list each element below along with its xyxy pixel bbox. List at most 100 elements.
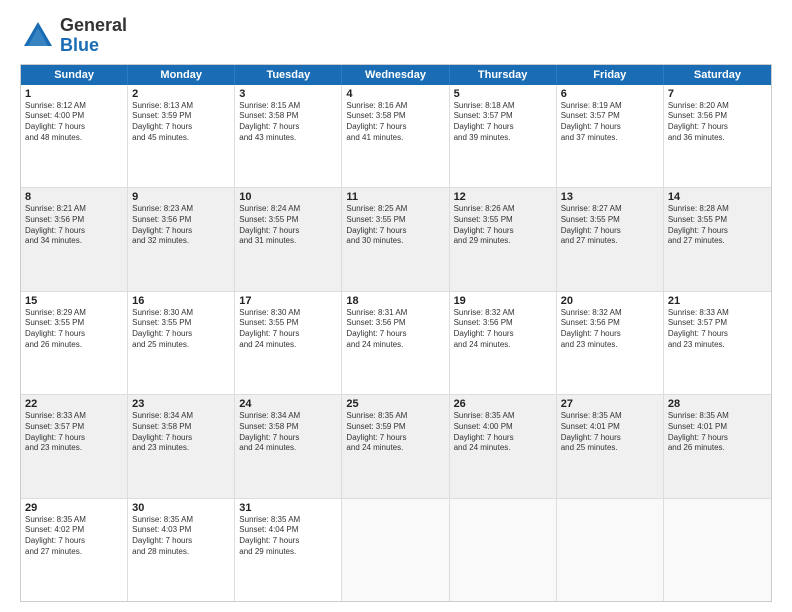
day-number: 10 (239, 191, 337, 203)
day-info: Sunrise: 8:28 AMSunset: 3:55 PMDaylight:… (668, 204, 767, 247)
empty-cell (342, 499, 449, 601)
week-row-1: 1Sunrise: 8:12 AMSunset: 4:00 PMDaylight… (21, 85, 771, 188)
empty-cell (557, 499, 664, 601)
logo-line1: General (60, 16, 127, 36)
day-cell-2: 2Sunrise: 8:13 AMSunset: 3:59 PMDaylight… (128, 85, 235, 187)
day-cell-20: 20Sunrise: 8:32 AMSunset: 3:56 PMDayligh… (557, 292, 664, 394)
day-info: Sunrise: 8:12 AMSunset: 4:00 PMDaylight:… (25, 101, 123, 144)
empty-cell (450, 499, 557, 601)
day-cell-7: 7Sunrise: 8:20 AMSunset: 3:56 PMDaylight… (664, 85, 771, 187)
day-number: 11 (346, 191, 444, 203)
page: General Blue SundayMondayTuesdayWednesda… (0, 0, 792, 612)
day-info: Sunrise: 8:26 AMSunset: 3:55 PMDaylight:… (454, 204, 552, 247)
day-cell-22: 22Sunrise: 8:33 AMSunset: 3:57 PMDayligh… (21, 395, 128, 497)
day-cell-16: 16Sunrise: 8:30 AMSunset: 3:55 PMDayligh… (128, 292, 235, 394)
day-number: 28 (668, 398, 767, 410)
week-row-4: 22Sunrise: 8:33 AMSunset: 3:57 PMDayligh… (21, 395, 771, 498)
day-number: 19 (454, 295, 552, 307)
empty-cell (664, 499, 771, 601)
day-number: 26 (454, 398, 552, 410)
day-info: Sunrise: 8:19 AMSunset: 3:57 PMDaylight:… (561, 101, 659, 144)
day-cell-29: 29Sunrise: 8:35 AMSunset: 4:02 PMDayligh… (21, 499, 128, 601)
logo-icon (20, 18, 56, 54)
header-day-saturday: Saturday (664, 65, 771, 85)
day-info: Sunrise: 8:35 AMSunset: 4:04 PMDaylight:… (239, 515, 337, 558)
day-info: Sunrise: 8:31 AMSunset: 3:56 PMDaylight:… (346, 308, 444, 351)
header-day-wednesday: Wednesday (342, 65, 449, 85)
day-number: 22 (25, 398, 123, 410)
day-number: 8 (25, 191, 123, 203)
day-cell-10: 10Sunrise: 8:24 AMSunset: 3:55 PMDayligh… (235, 188, 342, 290)
day-number: 18 (346, 295, 444, 307)
day-info: Sunrise: 8:35 AMSunset: 4:01 PMDaylight:… (561, 411, 659, 454)
day-cell-18: 18Sunrise: 8:31 AMSunset: 3:56 PMDayligh… (342, 292, 449, 394)
day-cell-30: 30Sunrise: 8:35 AMSunset: 4:03 PMDayligh… (128, 499, 235, 601)
day-number: 27 (561, 398, 659, 410)
week-row-3: 15Sunrise: 8:29 AMSunset: 3:55 PMDayligh… (21, 292, 771, 395)
day-info: Sunrise: 8:25 AMSunset: 3:55 PMDaylight:… (346, 204, 444, 247)
day-cell-17: 17Sunrise: 8:30 AMSunset: 3:55 PMDayligh… (235, 292, 342, 394)
logo-line2: Blue (60, 36, 127, 56)
day-info: Sunrise: 8:18 AMSunset: 3:57 PMDaylight:… (454, 101, 552, 144)
day-info: Sunrise: 8:35 AMSunset: 4:03 PMDaylight:… (132, 515, 230, 558)
day-info: Sunrise: 8:27 AMSunset: 3:55 PMDaylight:… (561, 204, 659, 247)
day-number: 25 (346, 398, 444, 410)
header: General Blue (20, 16, 772, 56)
calendar: SundayMondayTuesdayWednesdayThursdayFrid… (20, 64, 772, 602)
day-cell-11: 11Sunrise: 8:25 AMSunset: 3:55 PMDayligh… (342, 188, 449, 290)
calendar-header: SundayMondayTuesdayWednesdayThursdayFrid… (21, 65, 771, 85)
day-cell-21: 21Sunrise: 8:33 AMSunset: 3:57 PMDayligh… (664, 292, 771, 394)
day-cell-8: 8Sunrise: 8:21 AMSunset: 3:56 PMDaylight… (21, 188, 128, 290)
day-number: 13 (561, 191, 659, 203)
day-cell-13: 13Sunrise: 8:27 AMSunset: 3:55 PMDayligh… (557, 188, 664, 290)
day-cell-3: 3Sunrise: 8:15 AMSunset: 3:58 PMDaylight… (235, 85, 342, 187)
day-number: 20 (561, 295, 659, 307)
day-number: 23 (132, 398, 230, 410)
day-info: Sunrise: 8:29 AMSunset: 3:55 PMDaylight:… (25, 308, 123, 351)
day-number: 30 (132, 502, 230, 514)
day-info: Sunrise: 8:30 AMSunset: 3:55 PMDaylight:… (132, 308, 230, 351)
day-info: Sunrise: 8:34 AMSunset: 3:58 PMDaylight:… (239, 411, 337, 454)
day-number: 29 (25, 502, 123, 514)
logo: General Blue (20, 16, 127, 56)
day-info: Sunrise: 8:35 AMSunset: 4:01 PMDaylight:… (668, 411, 767, 454)
day-number: 6 (561, 88, 659, 100)
day-info: Sunrise: 8:23 AMSunset: 3:56 PMDaylight:… (132, 204, 230, 247)
day-cell-31: 31Sunrise: 8:35 AMSunset: 4:04 PMDayligh… (235, 499, 342, 601)
day-number: 3 (239, 88, 337, 100)
day-info: Sunrise: 8:33 AMSunset: 3:57 PMDaylight:… (668, 308, 767, 351)
day-info: Sunrise: 8:32 AMSunset: 3:56 PMDaylight:… (561, 308, 659, 351)
header-day-tuesday: Tuesday (235, 65, 342, 85)
day-info: Sunrise: 8:35 AMSunset: 4:02 PMDaylight:… (25, 515, 123, 558)
header-day-friday: Friday (557, 65, 664, 85)
day-number: 2 (132, 88, 230, 100)
day-number: 17 (239, 295, 337, 307)
day-cell-25: 25Sunrise: 8:35 AMSunset: 3:59 PMDayligh… (342, 395, 449, 497)
day-info: Sunrise: 8:15 AMSunset: 3:58 PMDaylight:… (239, 101, 337, 144)
day-info: Sunrise: 8:24 AMSunset: 3:55 PMDaylight:… (239, 204, 337, 247)
day-cell-19: 19Sunrise: 8:32 AMSunset: 3:56 PMDayligh… (450, 292, 557, 394)
day-number: 7 (668, 88, 767, 100)
day-cell-15: 15Sunrise: 8:29 AMSunset: 3:55 PMDayligh… (21, 292, 128, 394)
day-info: Sunrise: 8:33 AMSunset: 3:57 PMDaylight:… (25, 411, 123, 454)
header-day-monday: Monday (128, 65, 235, 85)
week-row-2: 8Sunrise: 8:21 AMSunset: 3:56 PMDaylight… (21, 188, 771, 291)
day-number: 14 (668, 191, 767, 203)
day-info: Sunrise: 8:30 AMSunset: 3:55 PMDaylight:… (239, 308, 337, 351)
header-day-thursday: Thursday (450, 65, 557, 85)
day-number: 31 (239, 502, 337, 514)
day-info: Sunrise: 8:35 AMSunset: 4:00 PMDaylight:… (454, 411, 552, 454)
day-info: Sunrise: 8:34 AMSunset: 3:58 PMDaylight:… (132, 411, 230, 454)
day-number: 5 (454, 88, 552, 100)
day-cell-5: 5Sunrise: 8:18 AMSunset: 3:57 PMDaylight… (450, 85, 557, 187)
day-cell-9: 9Sunrise: 8:23 AMSunset: 3:56 PMDaylight… (128, 188, 235, 290)
calendar-body: 1Sunrise: 8:12 AMSunset: 4:00 PMDaylight… (21, 85, 771, 601)
day-cell-6: 6Sunrise: 8:19 AMSunset: 3:57 PMDaylight… (557, 85, 664, 187)
day-cell-26: 26Sunrise: 8:35 AMSunset: 4:00 PMDayligh… (450, 395, 557, 497)
day-info: Sunrise: 8:21 AMSunset: 3:56 PMDaylight:… (25, 204, 123, 247)
day-number: 21 (668, 295, 767, 307)
day-cell-1: 1Sunrise: 8:12 AMSunset: 4:00 PMDaylight… (21, 85, 128, 187)
day-info: Sunrise: 8:16 AMSunset: 3:58 PMDaylight:… (346, 101, 444, 144)
day-cell-27: 27Sunrise: 8:35 AMSunset: 4:01 PMDayligh… (557, 395, 664, 497)
day-info: Sunrise: 8:35 AMSunset: 3:59 PMDaylight:… (346, 411, 444, 454)
